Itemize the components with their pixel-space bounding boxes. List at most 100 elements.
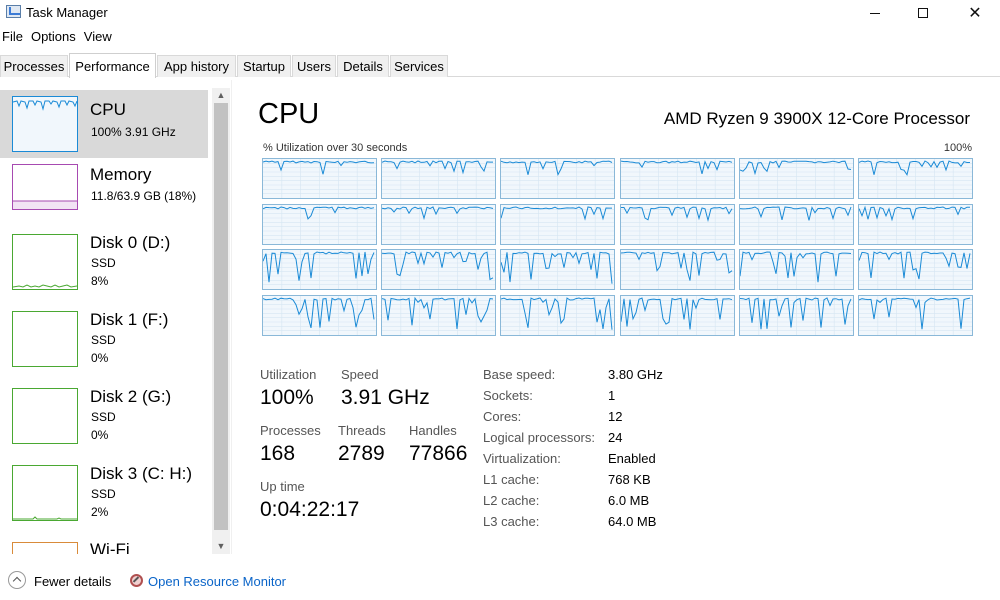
resource-detail: 8% [91, 274, 109, 288]
open-resource-monitor-link[interactable]: Open Resource Monitor [148, 574, 286, 589]
l1-cache-value: 768 KB [608, 472, 651, 487]
footer-bar: Fewer details Open Resource Monitor [0, 566, 1000, 600]
resource-item-wifi[interactable]: Wi-Fi [0, 540, 208, 554]
logical-processor-graph-svg [859, 204, 972, 244]
resource-item-disk-1[interactable]: Disk 1 (F:) SSD 0% [0, 309, 208, 377]
logical-processor-graph-svg [859, 250, 972, 289]
processes-value: 168 [260, 442, 296, 465]
logical-processor-graph-svg [263, 295, 376, 335]
logical-processor-graph-svg [382, 204, 496, 244]
resource-item-cpu[interactable]: CPU 100% 3.91 GHz [0, 90, 208, 158]
tab-details[interactable]: Details [337, 55, 389, 77]
disk0-thumbnail-line [12, 284, 78, 288]
menu-file[interactable]: File [0, 29, 25, 49]
minimize-button[interactable] [852, 0, 898, 26]
resource-detail: 2% [91, 505, 109, 519]
logical-processor-graph-svg [620, 204, 734, 244]
tab-services[interactable]: Services [390, 55, 448, 77]
pane-divider[interactable] [231, 80, 232, 554]
wifi-thumbnail-graph [12, 542, 78, 554]
logical-processor-graphs[interactable] [262, 158, 973, 336]
logical-processor-graph-svg [620, 295, 734, 335]
logical-processor-graph-svg [739, 250, 853, 289]
disk3-thumbnail-graph [12, 465, 78, 521]
logical-processor-graph [858, 158, 973, 199]
tab-bar: Processes Performance App history Startu… [0, 53, 1000, 78]
threads-value: 2789 [338, 442, 385, 465]
resource-detail: 0% [91, 428, 109, 442]
l3-cache-value: 64.0 MB [608, 514, 657, 529]
logical-processor-graph-svg [739, 159, 853, 198]
scroll-up-arrow-icon[interactable]: ▲ [212, 88, 230, 102]
utilization-label: Utilization [260, 367, 317, 382]
l2-cache-label: L2 cache: [483, 493, 540, 508]
cpu-thumbnail-line [12, 100, 78, 111]
sockets-label: Sockets: [483, 388, 533, 403]
logical-processor-graph [500, 249, 616, 290]
menu-options[interactable]: Options [29, 29, 78, 49]
disk3-thumbnail-line [13, 516, 77, 520]
logical-processor-graph-svg [739, 295, 853, 335]
l1-cache-label: L1 cache: [483, 472, 540, 487]
logical-processor-graph [619, 203, 735, 245]
menu-bar: File Options View [0, 29, 118, 49]
resource-detail: 0% [91, 351, 109, 365]
l3-cache-label: L3 cache: [483, 514, 540, 529]
graph-caption: % Utilization over 30 seconds [263, 142, 408, 154]
resource-name: Disk 3 (C: H:) [90, 464, 192, 483]
logical-processor-graph [858, 294, 973, 336]
resource-name: Memory [90, 165, 152, 184]
logical-processor-graph-svg [859, 159, 972, 198]
resource-item-disk-0[interactable]: Disk 0 (D:) SSD 8% [0, 232, 208, 300]
logical-processor-graph [738, 203, 854, 245]
resource-name: Wi-Fi [90, 540, 130, 554]
tab-app-history[interactable]: App history [157, 55, 236, 77]
logical-processor-graph [858, 249, 973, 290]
window-title: Task Manager [26, 5, 108, 20]
chevron-up-icon[interactable] [8, 571, 26, 589]
logical-processor-graph-svg [263, 159, 376, 198]
scroll-thumb[interactable] [214, 103, 228, 530]
tab-performance[interactable]: Performance [69, 53, 156, 78]
close-button[interactable]: ✕ [952, 0, 998, 26]
menu-view[interactable]: View [82, 29, 114, 49]
tab-processes[interactable]: Processes [0, 55, 68, 77]
logical-processor-graph [500, 203, 616, 245]
scroll-down-arrow-icon[interactable]: ▼ [212, 539, 230, 553]
logical-processor-graph [381, 294, 497, 336]
logical-processor-graph [738, 158, 854, 199]
close-icon: ✕ [968, 5, 982, 22]
resource-item-disk-3[interactable]: Disk 3 (C: H:) SSD 2% [0, 463, 208, 531]
resource-list: CPU 100% 3.91 GHz Memory 11.8/63.9 GB (1… [0, 88, 212, 554]
graph-max-label: 100% [943, 142, 972, 154]
speed-value: 3.91 GHz [341, 386, 430, 409]
fewer-details-link[interactable]: Fewer details [34, 574, 111, 589]
l2-cache-value: 6.0 MB [608, 493, 650, 508]
resource-list-scrollbar[interactable]: ▲ ▼ [212, 88, 230, 554]
logical-processor-graph [262, 294, 377, 336]
cpu-model-name: AMD Ryzen 9 3900X 12-Core Processor [663, 109, 970, 128]
logical-processor-graph-svg [620, 159, 734, 198]
title-bar: Task Manager ✕ [0, 0, 1000, 26]
resource-monitor-icon[interactable] [130, 574, 143, 587]
uptime-value: 0:04:22:17 [260, 498, 360, 521]
resource-detail: 11.8/63.9 GB (18%) [91, 189, 197, 203]
processes-label: Processes [260, 423, 321, 438]
tab-startup[interactable]: Startup [237, 55, 291, 77]
handles-label: Handles [409, 423, 457, 438]
resource-type: SSD [91, 256, 116, 270]
maximize-button[interactable] [900, 0, 946, 26]
resource-item-memory[interactable]: Memory 11.8/63.9 GB (18%) [0, 164, 208, 232]
logical-processors-value: 24 [608, 430, 623, 445]
logical-processor-graph [619, 294, 735, 336]
logical-processor-graph-svg [382, 250, 496, 289]
cpu-heading: CPU [258, 98, 320, 130]
cpu-thumbnail-graph [12, 96, 78, 152]
base-speed-value: 3.80 GHz [608, 367, 663, 382]
logical-processor-graph [381, 158, 497, 199]
logical-processor-graph [858, 203, 973, 245]
resource-item-disk-2[interactable]: Disk 2 (G:) SSD 0% [0, 386, 208, 454]
disk0-thumbnail-graph [12, 234, 78, 290]
sockets-value: 1 [608, 388, 616, 403]
tab-users[interactable]: Users [292, 55, 336, 77]
